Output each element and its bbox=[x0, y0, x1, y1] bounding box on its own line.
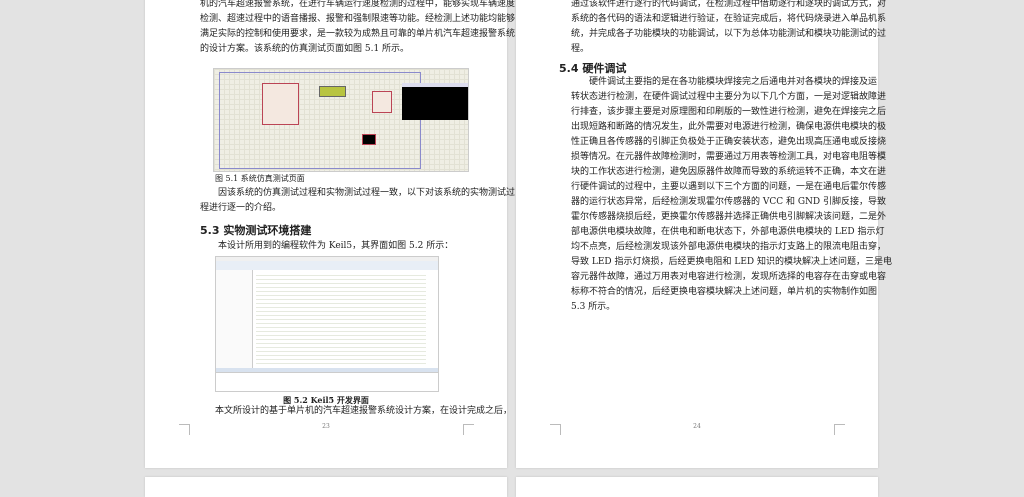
margin-corner-mark bbox=[179, 424, 190, 435]
page-number: 23 bbox=[322, 423, 330, 430]
page23-paragraph-4: 本文所设计的基于单片机的汽车超速报警系统设计方案，在设计完成之后， bbox=[215, 406, 513, 416]
text-line: 硬件调试主要指的是在各功能模块焊接完之后通电并对各模块的焊接及运 bbox=[589, 77, 878, 87]
page-24: 通过该软件进行逐行的代码调试，在检测过程中借助逐行和逐块的调试方式，对 系统的各代… bbox=[516, 0, 892, 468]
margin-corner-mark bbox=[463, 424, 474, 435]
text-line: 出现短路和断路的情况发生，此外需要对电源进行检测，确保电源供电模块的极 bbox=[571, 122, 887, 132]
text-line: 导致 LED 指示灯烧损，后经更换电阻和 LED 知识的模块解决上述问题，三是电 bbox=[571, 257, 892, 267]
text-line: 块的工作状态进行检测，避免因原器件故障而导致的系统运转不正确，本文在进 bbox=[571, 167, 887, 177]
page-23: 机的汽车超速报警系统，在进行车辆运行速度检测的过程中，能够实现车辆速度 检测、超速… bbox=[145, 0, 515, 468]
text-line: 因该系统的仿真测试过程和实物测试过程一致，以下对该系统的实物测试过 bbox=[218, 188, 516, 198]
text-line: 检测、超速过程中的语音播报、报警和强制限速等功能。经检测上述功能均能够 bbox=[200, 14, 516, 24]
text-line: 程。 bbox=[571, 44, 590, 54]
text-line: 满足实际的控制和使用要求，是一款较为成熟且可靠的单片机汽车超速报警系统 bbox=[200, 29, 516, 39]
text-line: 容元器件故障，通过万用表对电容进行检测，发现所选择的电容存在击穿或电容 bbox=[571, 272, 887, 282]
text-line: 的设计方案。该系统的仿真测试页面如图 5.1 所示。 bbox=[200, 44, 410, 54]
text-line: 机的汽车超速报警系统，在进行车辆运行速度检测的过程中，能够实现车辆速度 bbox=[200, 0, 516, 9]
page-25 bbox=[145, 477, 507, 497]
text-line: 通过该软件进行逐行的代码调试，在检测过程中借助逐行和逐块的调试方式，对 bbox=[571, 0, 887, 9]
text-line: 霍尔传感器烧损后经，更换霍尔传感器并选择正确供电引脚解决该问题，二是外 bbox=[571, 212, 887, 222]
page-number: 24 bbox=[693, 423, 701, 430]
text-line: 部电源供电模块故障，在供电和断电状态下，外部电源供电模块的 LED 指示灯 bbox=[571, 227, 885, 237]
figure-5-2-keil5-screenshot bbox=[215, 256, 439, 392]
section-heading-5-4: 5.4 硬件调试 bbox=[559, 62, 627, 75]
text-line: 性正确且各传感器的引脚正负极处于正确安装状态，避免出现高压通电或反接烧 bbox=[571, 137, 887, 147]
text-line: 标称不符合的情况，后经更换电容模块解决上述问题，单片机的实物制作如图 bbox=[571, 287, 878, 297]
text-line: 器的运行状态异常，后经检测发现霍尔传感器的 VCC 和 GND 引脚反接，导致 bbox=[571, 197, 886, 207]
page23-paragraph-2: 因该系统的仿真测试过程和实物测试过程一致，以下对该系统的实物测试过程进行逐一的介… bbox=[200, 186, 515, 216]
text-line: 系统的各代码的语法和逻辑进行验证，在验证完成后，将代码烧录进入单品机系 bbox=[571, 14, 887, 24]
page-26 bbox=[516, 477, 878, 497]
margin-corner-mark bbox=[550, 424, 561, 435]
text-line: 行硬件调试的过程中，主要以遇到以下三个方面的问题，一是在通电后霍尔传感 bbox=[571, 182, 887, 192]
text-line: 行排查，该步骤主要是对原理图和印刷版的一致性进行检测，避免在焊接完之后 bbox=[571, 107, 887, 117]
figure-5-1-caption: 图 5.1 系统仿真测试页面 bbox=[215, 174, 305, 183]
text-line: 转状态进行检测，在硬件调试过程中主要分为以下几个方面，一是对逻辑故障进 bbox=[571, 92, 887, 102]
margin-corner-mark bbox=[834, 424, 845, 435]
text-line: 5.3 所示。 bbox=[571, 302, 616, 312]
text-line: 程进行逐一的介绍。 bbox=[200, 203, 282, 213]
page24-intro-paragraph: 通过该软件进行逐行的代码调试，在检测过程中借助逐行和逐块的调试方式，对 系统的各代… bbox=[571, 0, 886, 57]
section-heading-5-3: 5.3 实物测试环境搭建 bbox=[200, 224, 312, 237]
page24-hardware-paragraph: 硬件调试主要指的是在各功能模块焊接完之后通电并对各模块的焊接及运转状态进行检测，… bbox=[571, 75, 892, 315]
page23-intro-paragraph: 机的汽车超速报警系统，在进行车辆运行速度检测的过程中，能够实现车辆速度 检测、超速… bbox=[200, 0, 515, 57]
page23-paragraph-3: 本设计所用到的编程软件为 Keil5，其界面如图 5.2 所示： bbox=[218, 241, 454, 251]
figure-5-1-simulation-screenshot bbox=[213, 68, 469, 172]
text-line: 均不点亮，后经检测发现该外部电源供电模块的指示灯支路上的限流电阻击穿， bbox=[571, 242, 887, 252]
text-line: 统，并完成各子功能模块的功能调试，以下为总体功能测试和模块功能测试的过 bbox=[571, 29, 887, 39]
text-line: 损等情况。在元器件故障检测时，需要通过万用表等检测工具，对电容电阻等模 bbox=[571, 152, 887, 162]
